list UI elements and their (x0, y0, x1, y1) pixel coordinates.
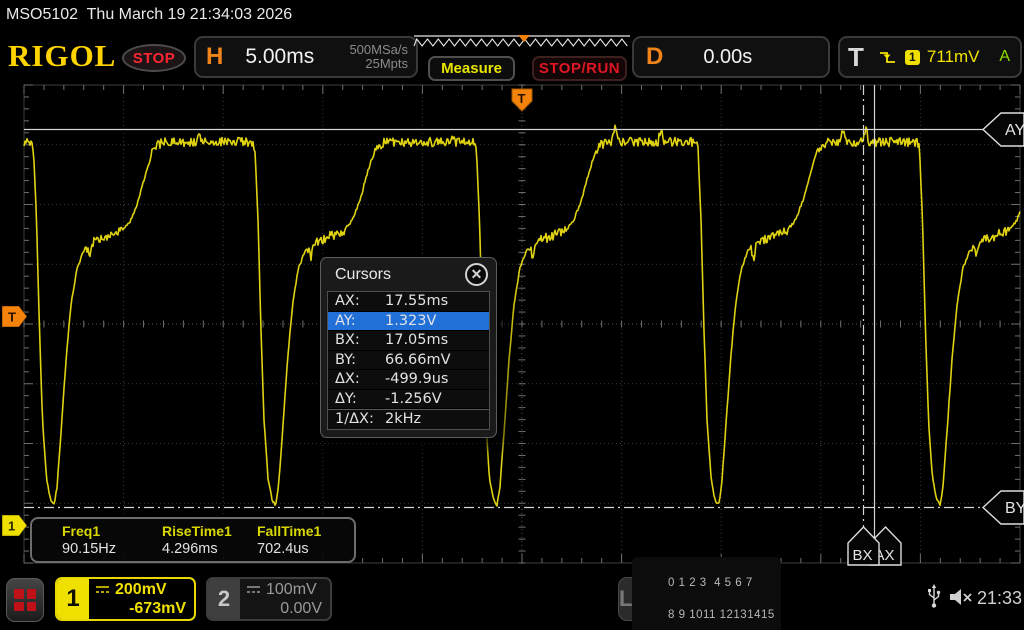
channel-1-offset: -673mV (129, 599, 186, 618)
cursor-row-bx[interactable]: BX: 17.05ms (328, 331, 489, 351)
measurement-value: 702.4us (257, 541, 352, 557)
measurement-value: 90.15Hz (62, 541, 162, 557)
speaker-muted-icon[interactable] (948, 586, 974, 608)
channel-2-offset: 0.00V (280, 599, 322, 618)
channel-2-scale: 100mV (266, 580, 317, 599)
marker-label: 1 (8, 519, 15, 534)
cursors-dialog-title: Cursors (335, 266, 391, 284)
cursor-row-inv-dx[interactable]: 1/ΔX: 2kHz (328, 409, 489, 429)
channel-1-status[interactable]: 1 200mV -673mV (55, 577, 196, 621)
dc-coupling-icon (246, 584, 261, 595)
channel-1-scale: 200mV (115, 580, 167, 599)
cursor-by-flag-label: BY (1005, 500, 1024, 517)
cursor-row-dy[interactable]: ΔY: -1.256V (328, 390, 489, 410)
cursor-readout-list: AX: 17.55ms AY: 1.323V BX: 17.05ms BY: 6… (327, 291, 490, 430)
cursor-ay-flag-label: AY (1005, 122, 1024, 139)
usb-icon (927, 584, 941, 610)
measurement-freq: Freq1 90.15Hz (62, 523, 162, 561)
channel-2-status[interactable]: 2 100mV 0.00V (206, 577, 332, 621)
measurement-label: FallTime1 (257, 523, 352, 539)
quick-menu-button[interactable] (6, 578, 44, 622)
measurement-risetime: RiseTime1 4.296ms (162, 523, 257, 561)
channel-1-badge: 1 (57, 579, 89, 619)
channel-2-badge: 2 (208, 579, 240, 619)
cursor-row-dx[interactable]: ΔX: -499.9us (328, 370, 489, 390)
status-clock: 21:33 (977, 588, 1022, 609)
digital-channel-list: 0 1 2 3 4 5 6 7 8 9 1011 12131415 (632, 557, 780, 630)
dc-coupling-icon (95, 584, 110, 595)
cursors-dialog: Cursors ✕ AX: 17.55ms AY: 1.323V BX: 17.… (320, 257, 497, 438)
trigger-position-marker[interactable]: T (512, 89, 532, 111)
measurement-label: RiseTime1 (162, 523, 257, 539)
channel-1-trace (24, 125, 1020, 506)
bottom-status-bar: 1 200mV -673mV 2 (0, 570, 1024, 630)
oscilloscope-screen: AYBYAXBXTT1 MSO5102 Thu March 19 21:34:0… (0, 0, 1024, 630)
grid-menu-icon (14, 589, 36, 611)
measurement-falltime: FallTime1 702.4us (257, 523, 352, 561)
graticule-grid (24, 85, 1020, 563)
measurement-label: Freq1 (62, 523, 162, 539)
cursor-bx-flag-label: BX (853, 547, 873, 564)
cursor-row-ay-selected[interactable]: AY: 1.323V (328, 312, 489, 332)
logic-analyzer-status[interactable]: L 0 1 2 3 4 5 6 7 8 9 1011 12131415 (618, 577, 749, 621)
measurement-results-panel[interactable]: Freq1 90.15Hz RiseTime1 4.296ms FallTime… (30, 517, 356, 563)
marker-label: T (8, 310, 16, 325)
la-badge: L (619, 586, 632, 612)
close-icon[interactable]: ✕ (465, 263, 488, 286)
cursors-dialog-titlebar: Cursors ✕ (321, 258, 496, 291)
trigger-level-marker[interactable]: T (2, 306, 27, 327)
channel-1-position-marker[interactable]: 1 (2, 515, 27, 536)
measurement-value: 4.296ms (162, 541, 257, 557)
cursor-row-ax[interactable]: AX: 17.55ms (328, 292, 489, 312)
trigger-marker-label: T (518, 91, 526, 106)
cursor-row-by[interactable]: BY: 66.66mV (328, 351, 489, 371)
